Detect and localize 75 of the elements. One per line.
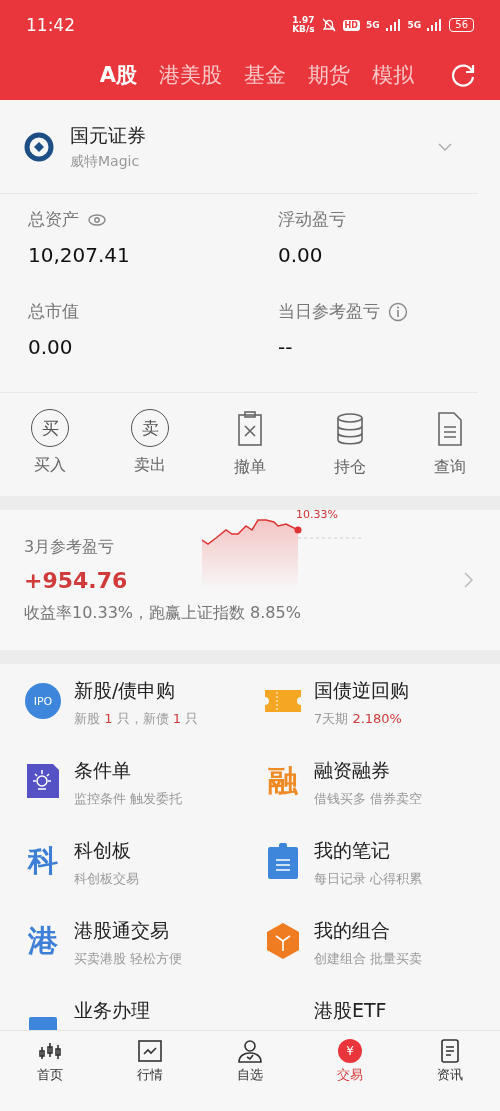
- signal-icon: [385, 19, 402, 31]
- speed-value: 1.97: [292, 16, 315, 25]
- glyph-icon: 港: [28, 926, 58, 956]
- stat-label: 浮动盈亏: [278, 208, 346, 231]
- feature-subtitle: 7天期 2.180%: [314, 710, 403, 728]
- feature-subtitle: 买卖港股 轻松方便: [74, 950, 183, 968]
- network-label: 5G: [365, 20, 380, 30]
- trade-action-button[interactable]: 卖 卖出: [120, 409, 180, 478]
- cube-icon: [267, 923, 299, 959]
- feature-subtitle: 新股 1 只，新债 1 只: [74, 710, 199, 728]
- feature-title: 我的组合: [314, 918, 391, 943]
- stat-value: 0.00: [278, 243, 324, 267]
- feature-title: 融资融券: [314, 758, 391, 783]
- trade-action-button[interactable]: 持仓: [320, 409, 380, 478]
- feature-entry[interactable]: IPO 新股/债申购 新股 1 只，新债 1 只: [24, 678, 264, 758]
- feature-entry[interactable]: 我的组合 创建组合 批量买卖: [264, 918, 500, 998]
- stat-label: 总资产: [28, 208, 79, 231]
- feature-title: 国债逆回购: [314, 678, 409, 703]
- glyph-icon: 科: [28, 846, 58, 876]
- broker-logo: [24, 131, 54, 162]
- stat-value: 0.00: [28, 335, 74, 359]
- trade-action-button[interactable]: 查询: [420, 409, 480, 478]
- feature-entry[interactable]: 我的笔记 每日记录 心得积累: [264, 838, 500, 918]
- notepad-icon: [268, 843, 298, 879]
- ticket-icon: [265, 690, 301, 712]
- feature-title: 新股/债申购: [74, 678, 177, 703]
- feature-title: 业务办理: [74, 998, 150, 1023]
- stat-label: 当日参考盈亏: [278, 300, 380, 323]
- trade-action-button[interactable]: 买 买入: [20, 409, 80, 478]
- nav-tab[interactable]: 首页: [20, 1039, 80, 1087]
- stat-value: --: [278, 335, 294, 359]
- feature-subtitle: 创建组合 批量买卖: [314, 950, 423, 968]
- trade-action-button[interactable]: 撤单: [220, 409, 280, 478]
- bell-off-icon: [320, 17, 337, 33]
- lightbulb-icon: [27, 764, 59, 798]
- chart-value-label: 10.33%: [296, 508, 338, 521]
- nav-tab[interactable]: 资讯: [420, 1039, 480, 1087]
- feature-subtitle: 监控条件 触发委托: [74, 790, 183, 808]
- return-summary: 收益率10.33%，跑赢上证指数 8.85%: [24, 602, 301, 624]
- feature-subtitle: 每日记录 心得积累: [314, 870, 423, 888]
- feature-subtitle: 借钱买多 借券卖空: [314, 790, 423, 808]
- glyph-icon: 融: [268, 766, 298, 796]
- market-tab[interactable]: A股: [99, 61, 137, 89]
- nav-tab[interactable]: 自选: [220, 1039, 280, 1087]
- account-name: 国元证券: [70, 122, 147, 148]
- feature-subtitle: 科创板交易: [74, 870, 139, 888]
- info-icon[interactable]: [388, 301, 408, 322]
- status-time: 11:42: [26, 15, 75, 35]
- feature-title: 港股ETF: [314, 998, 387, 1023]
- month-pnl-value: +954.76: [24, 567, 128, 593]
- nav-tab[interactable]: 行情: [120, 1039, 180, 1087]
- ipo-icon: IPO: [25, 683, 61, 719]
- feature-entry[interactable]: 港股ETF: [264, 998, 500, 1030]
- feature-entry[interactable]: 业务办理: [24, 998, 264, 1030]
- chart-icon: [137, 1039, 163, 1063]
- battery-indicator: 56: [449, 18, 474, 32]
- stat-label: 总市值: [28, 300, 79, 323]
- yen-icon: ¥: [338, 1039, 362, 1063]
- stat-value: 10,207.41: [28, 243, 131, 267]
- hd-badge: HD: [342, 19, 360, 31]
- nav-tab[interactable]: ¥ 交易: [320, 1039, 380, 1087]
- signal-icon: [427, 19, 444, 31]
- refresh-icon[interactable]: [450, 62, 476, 88]
- feature-entry[interactable]: 条件单 监控条件 触发委托: [24, 758, 264, 838]
- feature-title: 我的笔记: [314, 838, 391, 863]
- account-subtitle: 威特Magic: [70, 152, 141, 171]
- person-icon: [237, 1039, 263, 1063]
- speed-unit: KB/s: [292, 25, 315, 34]
- network-label: 5G: [407, 20, 422, 30]
- feature-entry[interactable]: 国债逆回购 7天期 2.180%: [264, 678, 500, 758]
- feature-title: 科创板: [74, 838, 132, 863]
- chevron-right-icon[interactable]: [462, 570, 476, 590]
- feature-title: 港股通交易: [74, 918, 170, 943]
- month-pnl-title: 3月参考盈亏: [24, 536, 115, 558]
- feature-title: 条件单: [74, 758, 132, 783]
